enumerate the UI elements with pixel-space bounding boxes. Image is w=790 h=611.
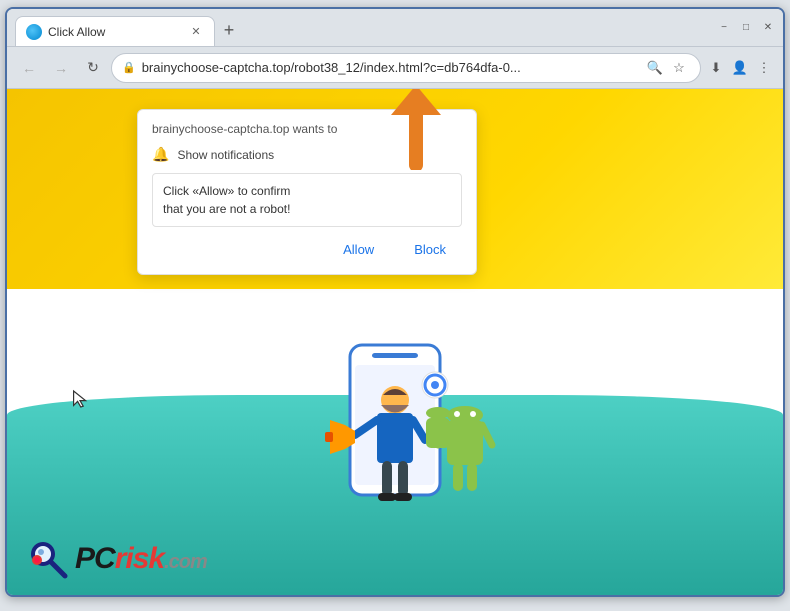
forward-button[interactable]: → <box>47 54 75 82</box>
tab-favicon <box>26 24 42 40</box>
mouse-cursor <box>72 389 88 409</box>
address-bar[interactable]: 🔒 brainychoose-captcha.top/robot38_12/in… <box>111 53 701 83</box>
com-text: .com <box>164 551 207 573</box>
new-tab-button[interactable]: + <box>215 16 243 44</box>
page-content: PCrisk.com brainychoose-captcha.top want… <box>7 89 783 595</box>
new-tab-icon: + <box>224 20 235 41</box>
block-button[interactable]: Block <box>398 237 462 262</box>
maximize-button[interactable]: □ <box>739 21 753 35</box>
tab-close-button[interactable]: ✕ <box>188 24 204 40</box>
close-button[interactable]: ✕ <box>761 21 775 35</box>
notification-buttons: Allow Block <box>152 237 462 262</box>
allow-button[interactable]: Allow <box>327 237 390 262</box>
pcrisk-magnifier-icon <box>27 538 69 580</box>
risk-text: risk <box>115 542 164 575</box>
refresh-button[interactable]: ↻ <box>79 54 107 82</box>
title-bar: Click Allow ✕ + − □ ✕ <box>7 9 783 47</box>
pcrisk-text: PCrisk.com <box>75 544 207 574</box>
refresh-icon: ↻ <box>87 59 99 76</box>
lock-icon: 🔒 <box>122 61 136 74</box>
browser-window: Click Allow ✕ + − □ ✕ ← → ↻ 🔒 brainychoo… <box>5 7 785 597</box>
window-controls: − □ ✕ <box>717 21 775 35</box>
bell-icon: 🔔 <box>152 146 169 163</box>
active-tab[interactable]: Click Allow ✕ <box>15 16 215 46</box>
bookmark-icon[interactable]: ☆ <box>668 57 690 79</box>
forward-icon: → <box>54 60 68 76</box>
profile-icon[interactable]: 👤 <box>729 57 751 79</box>
minimize-button[interactable]: − <box>717 21 731 35</box>
back-icon: ← <box>22 60 36 76</box>
notification-message: Click «Allow» to confirm that you are no… <box>152 173 462 227</box>
illustration <box>275 325 515 545</box>
address-actions: 🔍 ☆ <box>644 57 690 79</box>
pc-text: PC <box>75 542 115 575</box>
tab-title: Click Allow <box>48 25 182 39</box>
back-button[interactable]: ← <box>15 54 43 82</box>
search-icon[interactable]: 🔍 <box>644 57 666 79</box>
tab-area: Click Allow ✕ + <box>15 9 703 46</box>
pcrisk-logo: PCrisk.com <box>27 538 207 580</box>
notification-popup: brainychoose-captcha.top wants to 🔔 Show… <box>137 109 477 275</box>
toolbar: ← → ↻ 🔒 brainychoose-captcha.top/robot38… <box>7 47 783 89</box>
show-notifications-label: Show notifications <box>177 148 274 162</box>
url-text: brainychoose-captcha.top/robot38_12/inde… <box>142 60 638 75</box>
orange-arrow <box>386 89 446 160</box>
toolbar-right: ⬇ 👤 ⋮ <box>705 57 775 79</box>
menu-icon[interactable]: ⋮ <box>753 57 775 79</box>
download-icon[interactable]: ⬇ <box>705 57 727 79</box>
